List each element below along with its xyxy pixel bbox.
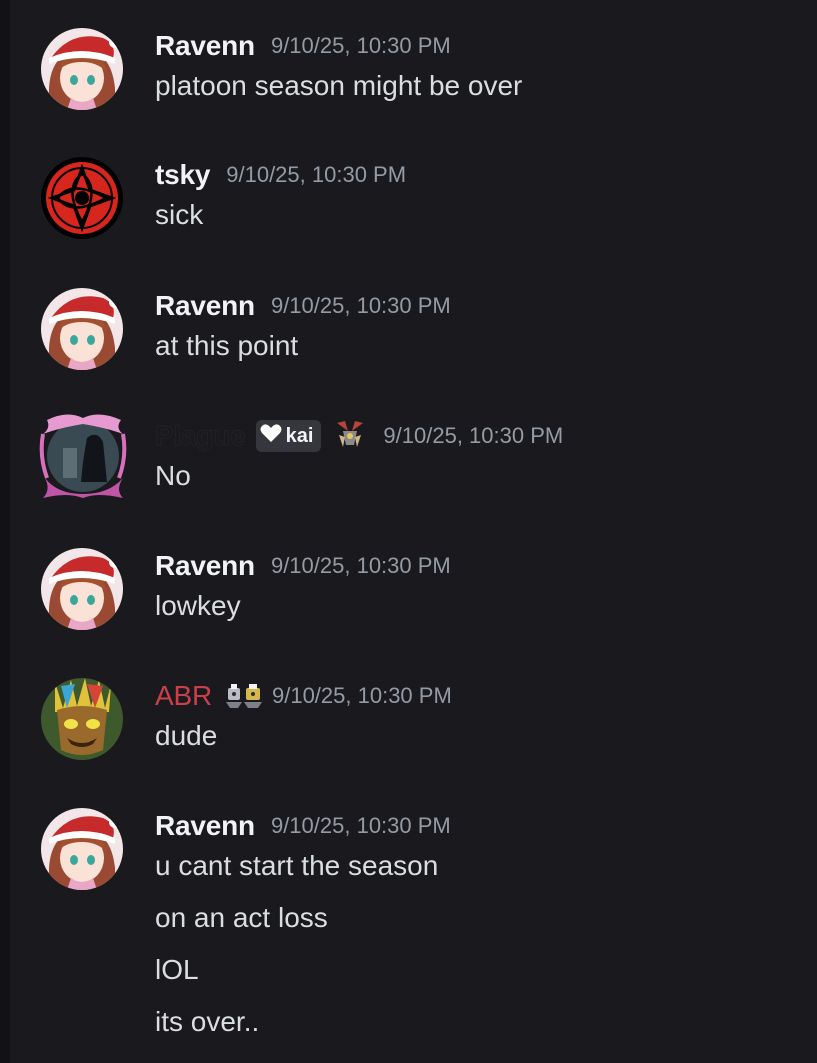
timestamp: 9/10/25, 10:30 PM <box>271 683 452 708</box>
message-header: Ravenn 9/10/25, 10:30 PM <box>155 808 451 844</box>
message-text: its over.. <box>155 1006 260 1037</box>
dark-figure-pink-frame-icon <box>39 414 127 498</box>
username[interactable]: ABR <box>155 680 212 712</box>
timestamp: 9/10/25, 10:30 PM <box>270 813 451 838</box>
avatar[interactable] <box>41 548 123 630</box>
anime-girl-santa-hat-icon <box>41 808 123 890</box>
red-sharingan-icon <box>41 157 123 239</box>
anime-girl-santa-hat-icon <box>41 548 123 630</box>
avatar[interactable] <box>41 288 123 370</box>
timestamp: 9/10/25, 10:30 PM <box>383 423 564 448</box>
message-text: lowkey <box>155 590 241 621</box>
timestamp: 9/10/25, 10:30 PM <box>270 293 451 318</box>
message-text: No <box>155 460 191 491</box>
message-text: dude <box>155 720 218 751</box>
message-header: Plague kai 9/10/25, 10:30 PM <box>155 418 563 454</box>
avatar[interactable] <box>37 408 129 500</box>
message-text: u cant start the season <box>155 850 439 881</box>
user-tag[interactable]: kai <box>255 420 322 452</box>
avatar[interactable] <box>41 678 123 760</box>
message-text: sick <box>155 199 204 230</box>
avatar[interactable] <box>41 157 123 239</box>
message-text: on an act loss <box>155 902 328 933</box>
message-header: tsky 9/10/25, 10:30 PM <box>155 157 406 193</box>
tiki-mask-icon <box>41 678 123 760</box>
message-text: lOL <box>155 954 199 985</box>
username[interactable]: Ravenn <box>155 290 255 322</box>
message-header: ABR 9/10/25, 10:30 PM <box>155 678 452 714</box>
message-header: Ravenn 9/10/25, 10:30 PM <box>155 288 451 324</box>
tag-label: kai <box>285 424 314 447</box>
message-header: Ravenn 9/10/25, 10:30 PM <box>155 548 451 584</box>
username[interactable]: Ravenn <box>155 30 255 62</box>
message-text: at this point <box>155 330 299 361</box>
timestamp: 9/10/25, 10:30 PM <box>270 553 451 578</box>
timestamp: 9/10/25, 10:30 PM <box>270 33 451 58</box>
anime-girl-santa-hat-icon <box>41 28 123 110</box>
white-heart-icon <box>260 423 282 449</box>
anime-girl-santa-hat-icon <box>41 288 123 370</box>
message-header: Ravenn 9/10/25, 10:30 PM <box>155 28 451 64</box>
left-rail <box>0 0 10 1063</box>
winged-emblem-icon <box>333 417 367 456</box>
username[interactable]: Ravenn <box>155 810 255 842</box>
timestamp: 9/10/25, 10:30 PM <box>226 162 407 187</box>
robot-duo-icon <box>224 680 264 713</box>
username[interactable]: tsky <box>155 159 210 191</box>
message-text: platoon season might be over <box>155 70 523 101</box>
username[interactable]: Plague <box>155 420 246 452</box>
avatar[interactable] <box>41 808 123 890</box>
avatar[interactable] <box>41 28 123 110</box>
username[interactable]: Ravenn <box>155 550 255 582</box>
